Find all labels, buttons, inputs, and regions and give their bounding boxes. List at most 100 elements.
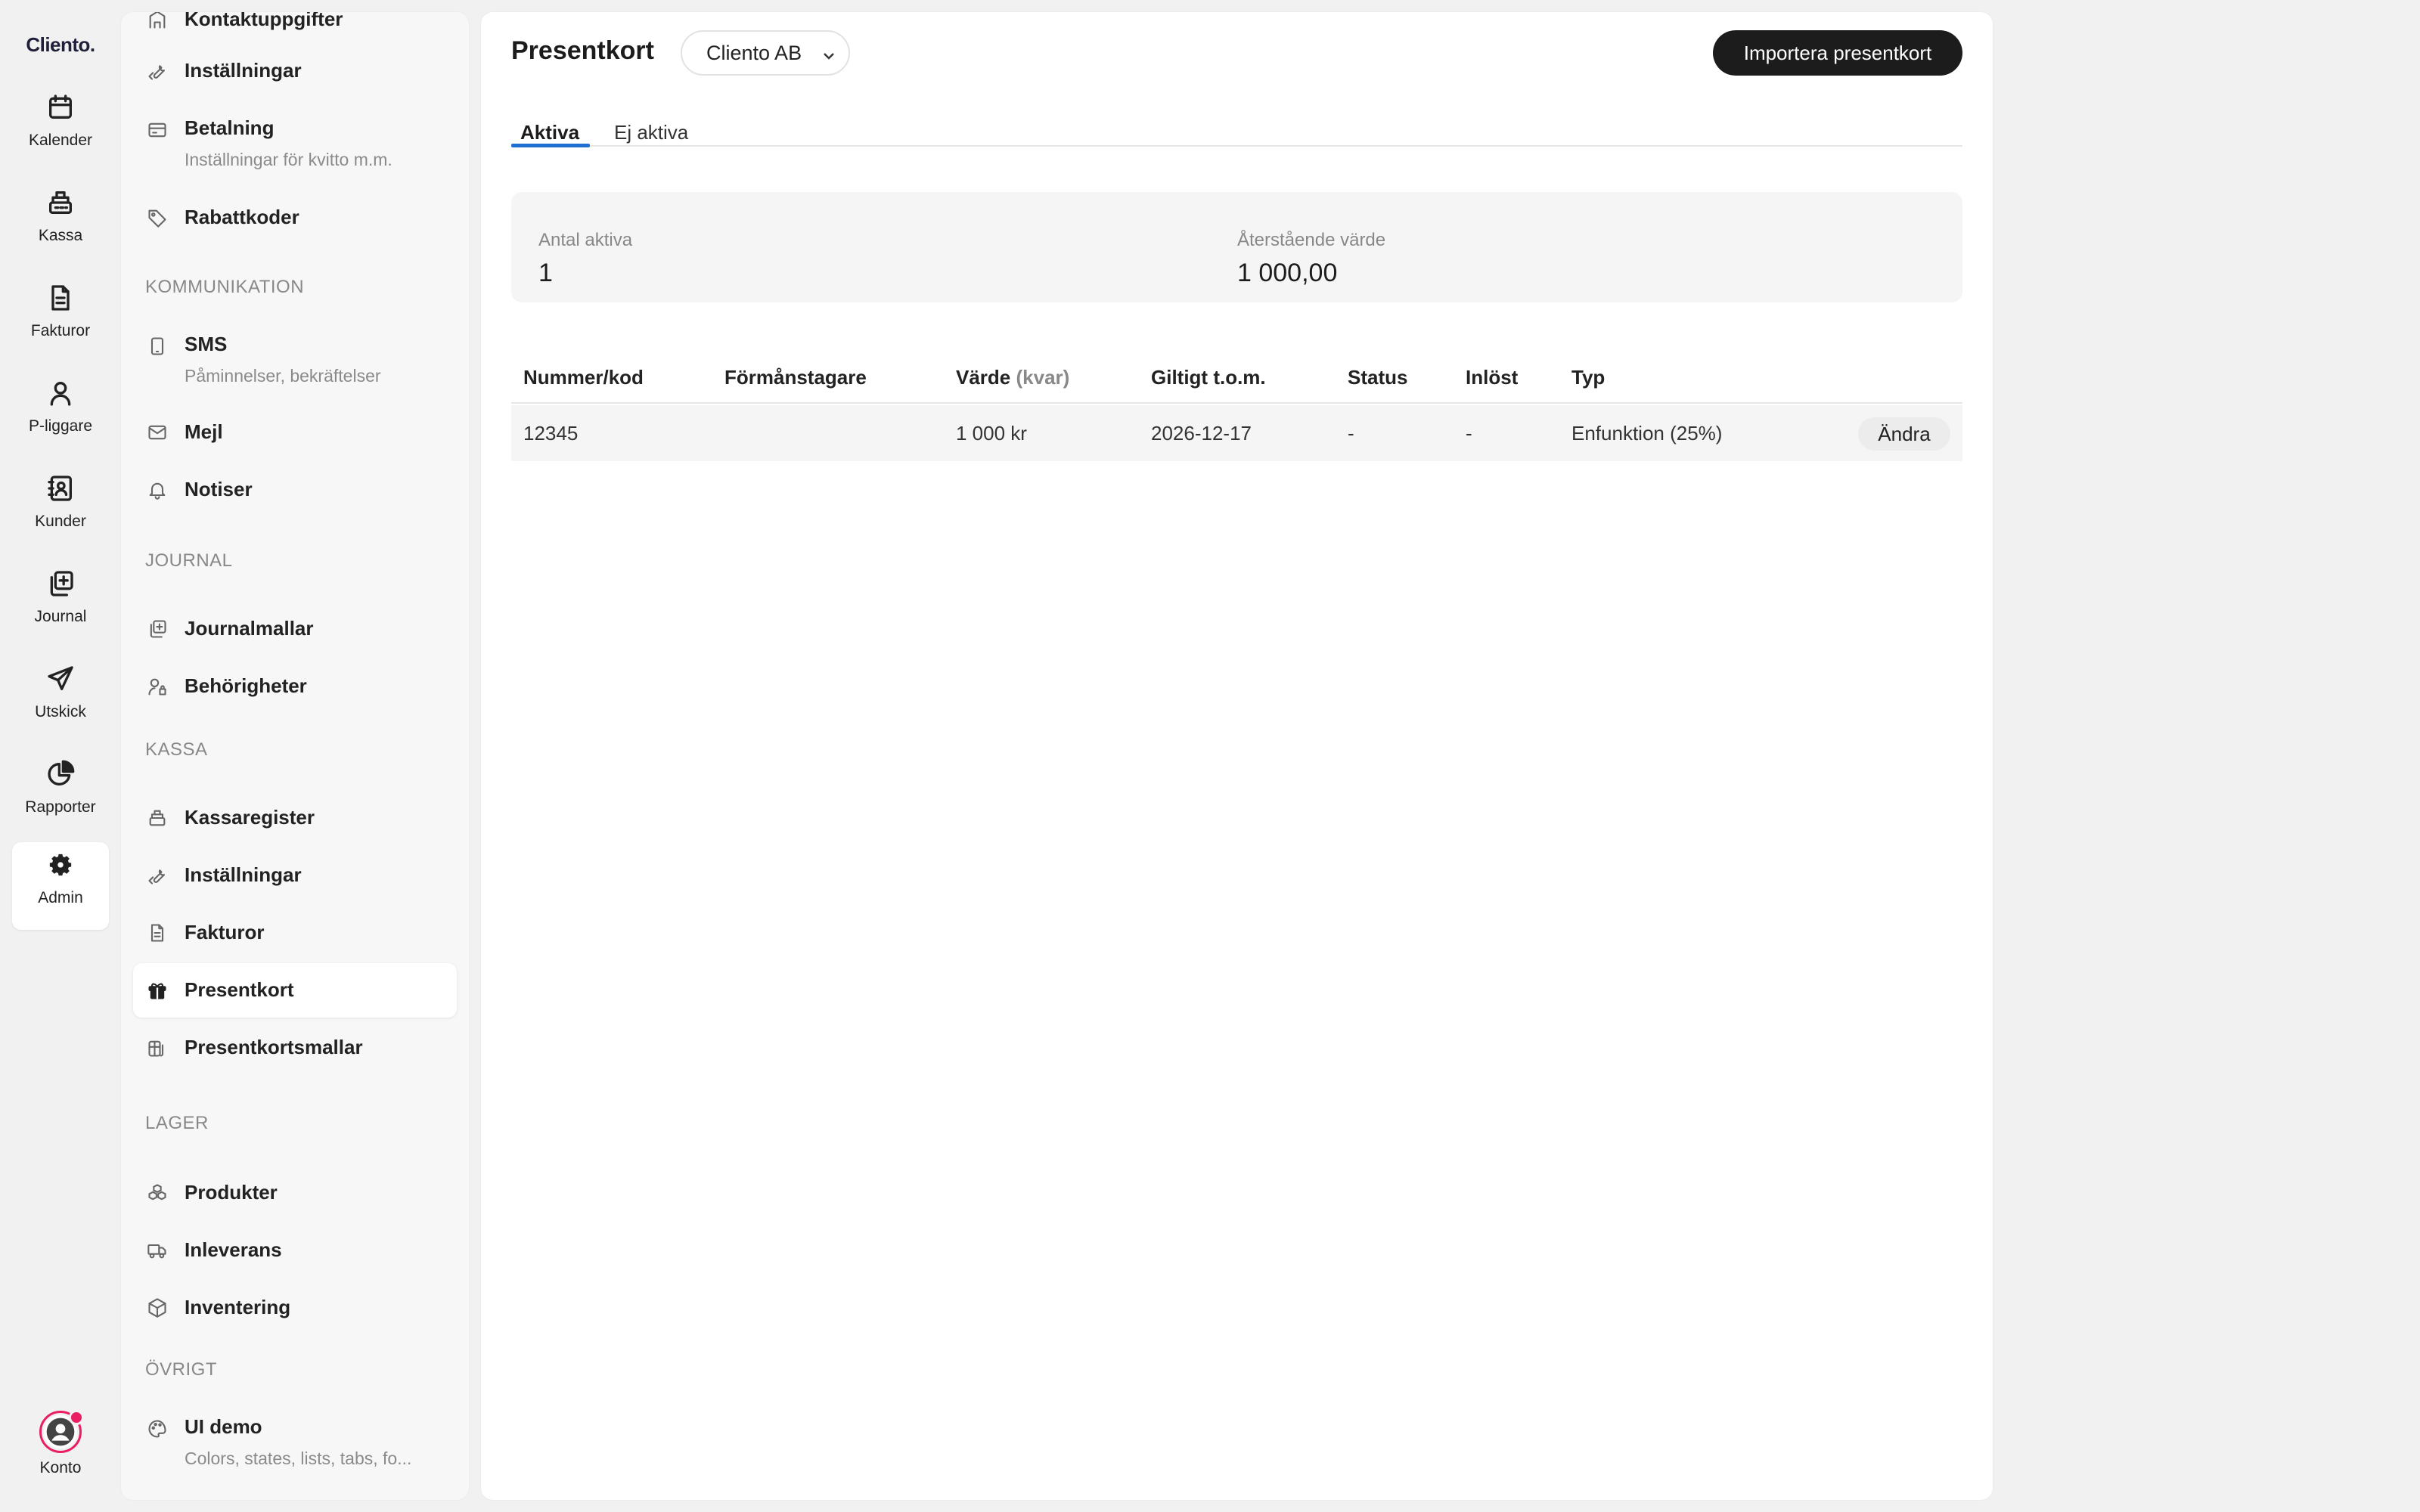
admin-sidebar: Kontaktuppgifter Inställningar Betalning…	[121, 12, 469, 1500]
edit-gift-card-button[interactable]: Ändra	[1858, 417, 1950, 451]
cash-register-icon	[147, 807, 168, 829]
sidebar-item-inleverans[interactable]: Inleverans	[133, 1223, 457, 1278]
icon-rail: Cliento. Kalender Kassa Fakturor P-ligga…	[0, 0, 121, 1512]
bell-icon	[147, 479, 168, 500]
main-panel: Presentkort Cliento AB Importera present…	[481, 12, 1993, 1500]
document-icon	[147, 922, 168, 943]
sidebar-item-sms[interactable]: SMS Påminnelser, bekräftelser	[133, 324, 457, 399]
rail-item-label: Kalender	[28, 132, 93, 149]
calendar-icon	[49, 94, 73, 119]
building-icon	[147, 12, 168, 30]
sidebar-item-betalning[interactable]: Betalning Inställningar för kvitto m.m.	[133, 107, 457, 183]
journal-icon	[50, 571, 73, 596]
column-header-value[interactable]: Värde (kvar)	[956, 366, 1069, 389]
organization-select-value: Cliento AB	[706, 41, 802, 64]
account-button[interactable]: Konto	[12, 1410, 109, 1486]
column-header-value-label: Värde	[956, 366, 1011, 389]
section-heading-journal: JOURNAL	[145, 550, 233, 571]
section-heading-ovrigt: ÖVRIGT	[145, 1359, 218, 1380]
sidebar-item-kassa-installningar[interactable]: Inställningar	[133, 848, 457, 903]
column-header-redeemed[interactable]: Inlöst	[1466, 366, 1518, 389]
send-icon	[48, 666, 73, 690]
user-lock-icon	[147, 676, 168, 697]
wrench-icon	[147, 60, 168, 82]
cell-number: 12345	[523, 422, 579, 445]
boxes-icon	[147, 1182, 168, 1204]
rail-item-journal[interactable]: Journal	[12, 561, 109, 649]
rail-item-admin[interactable]: Admin	[12, 842, 109, 930]
cell-value: 1 000 kr	[956, 422, 1027, 445]
cell-valid: 2026-12-17	[1151, 422, 1252, 445]
table-row[interactable]: 12345 1 000 kr 2026-12-17 - - Enfunktion…	[511, 405, 1962, 461]
rail-item-fakturor[interactable]: Fakturor	[12, 275, 109, 363]
truck-icon	[147, 1240, 168, 1261]
rail-item-label: Rapporter	[25, 798, 96, 816]
credit-card-icon	[147, 119, 168, 141]
sidebar-item-journalmallar[interactable]: Journalmallar	[133, 602, 457, 656]
palette-icon	[147, 1418, 168, 1439]
contact-card-icon	[48, 476, 73, 501]
app-logo[interactable]: Cliento.	[0, 33, 121, 57]
page-title: Presentkort	[511, 36, 654, 65]
remaining-value-label: Återstående värde	[1237, 230, 1386, 250]
rail-item-kassa[interactable]: Kassa	[12, 180, 109, 268]
avatar	[39, 1410, 84, 1453]
table-header: Nummer/kod Förmånstagare Värde (kvar) Gi…	[511, 351, 1962, 404]
column-header-value-hint: (kvar)	[1016, 366, 1070, 389]
rail-item-kunder[interactable]: Kunder	[12, 466, 109, 553]
sidebar-item-kontaktuppgifter[interactable]: Kontaktuppgifter	[133, 12, 457, 47]
sidebar-item-inventering[interactable]: Inventering	[133, 1281, 457, 1335]
rail-item-p-liggare[interactable]: P-liggare	[12, 370, 109, 458]
remaining-value: 1 000,00	[1237, 259, 1338, 287]
section-heading-kassa: KASSA	[145, 739, 208, 760]
tab-ej-aktiva[interactable]: Ej aktiva	[614, 121, 688, 147]
column-header-type[interactable]: Typ	[1571, 366, 1605, 389]
column-header-status[interactable]: Status	[1348, 366, 1407, 389]
gift-icon	[147, 980, 168, 1001]
rail-item-label: P-liggare	[28, 417, 93, 435]
cell-redeemed: -	[1466, 422, 1472, 445]
rail-item-label: Kunder	[35, 513, 86, 530]
column-header-valid[interactable]: Giltigt t.o.m.	[1151, 366, 1266, 389]
sidebar-item-mejl[interactable]: Mejl	[133, 405, 457, 460]
sidebar-item-behorigheter[interactable]: Behörigheter	[133, 659, 457, 714]
mail-icon	[147, 422, 168, 443]
rail-item-kalender[interactable]: Kalender	[12, 85, 109, 172]
rail-item-utskick[interactable]: Utskick	[12, 656, 109, 744]
rail-item-label: Journal	[34, 608, 87, 625]
document-icon	[51, 285, 70, 311]
tab-aktiva[interactable]: Aktiva	[520, 121, 579, 147]
sidebar-item-fakturor[interactable]: Fakturor	[133, 906, 457, 960]
tag-icon	[147, 207, 168, 228]
rail-item-label: Fakturor	[30, 322, 91, 339]
import-gift-cards-button[interactable]: Importera presentkort	[1713, 30, 1962, 76]
column-header-beneficiary[interactable]: Förmånstagare	[724, 366, 867, 389]
sidebar-item-notiser[interactable]: Notiser	[133, 463, 457, 517]
phone-icon	[147, 336, 168, 357]
active-tab-indicator	[511, 144, 590, 147]
rail-item-rapporter[interactable]: Rapporter	[12, 751, 109, 839]
cell-type: Enfunktion (25%)	[1571, 422, 1723, 445]
sidebar-item-presentkortsmallar[interactable]: Presentkortsmallar	[133, 1021, 457, 1075]
journal-template-icon	[147, 618, 168, 640]
sidebar-item-ui-demo[interactable]: UI demo Colors, states, lists, tabs, fo.…	[133, 1406, 457, 1482]
person-icon	[50, 382, 71, 406]
stats-summary: Antal aktiva 1 Återstående värde 1 000,0…	[511, 192, 1962, 302]
sidebar-item-kassaregister[interactable]: Kassaregister	[133, 791, 457, 845]
rail-item-label: Utskick	[35, 703, 86, 720]
wrench-icon	[147, 865, 168, 886]
organization-select[interactable]: Cliento AB	[681, 30, 850, 76]
cell-status: -	[1348, 422, 1354, 445]
sidebar-item-rabattkoder[interactable]: Rabattkoder	[133, 191, 457, 245]
rail-item-label: Kassa	[38, 227, 83, 244]
sidebar-item-presentkort[interactable]: Presentkort	[133, 963, 457, 1018]
gift-template-icon	[147, 1037, 168, 1058]
sidebar-item-produkter[interactable]: Produkter	[133, 1166, 457, 1220]
active-count-label: Antal aktiva	[538, 230, 633, 250]
chevron-down-icon	[824, 53, 834, 60]
column-header-number[interactable]: Nummer/kod	[523, 366, 644, 389]
package-icon	[147, 1297, 168, 1318]
section-heading-kommunikation: KOMMUNIKATION	[145, 277, 305, 297]
sidebar-item-installningar[interactable]: Inställningar	[133, 44, 457, 98]
active-count-value: 1	[538, 259, 553, 287]
